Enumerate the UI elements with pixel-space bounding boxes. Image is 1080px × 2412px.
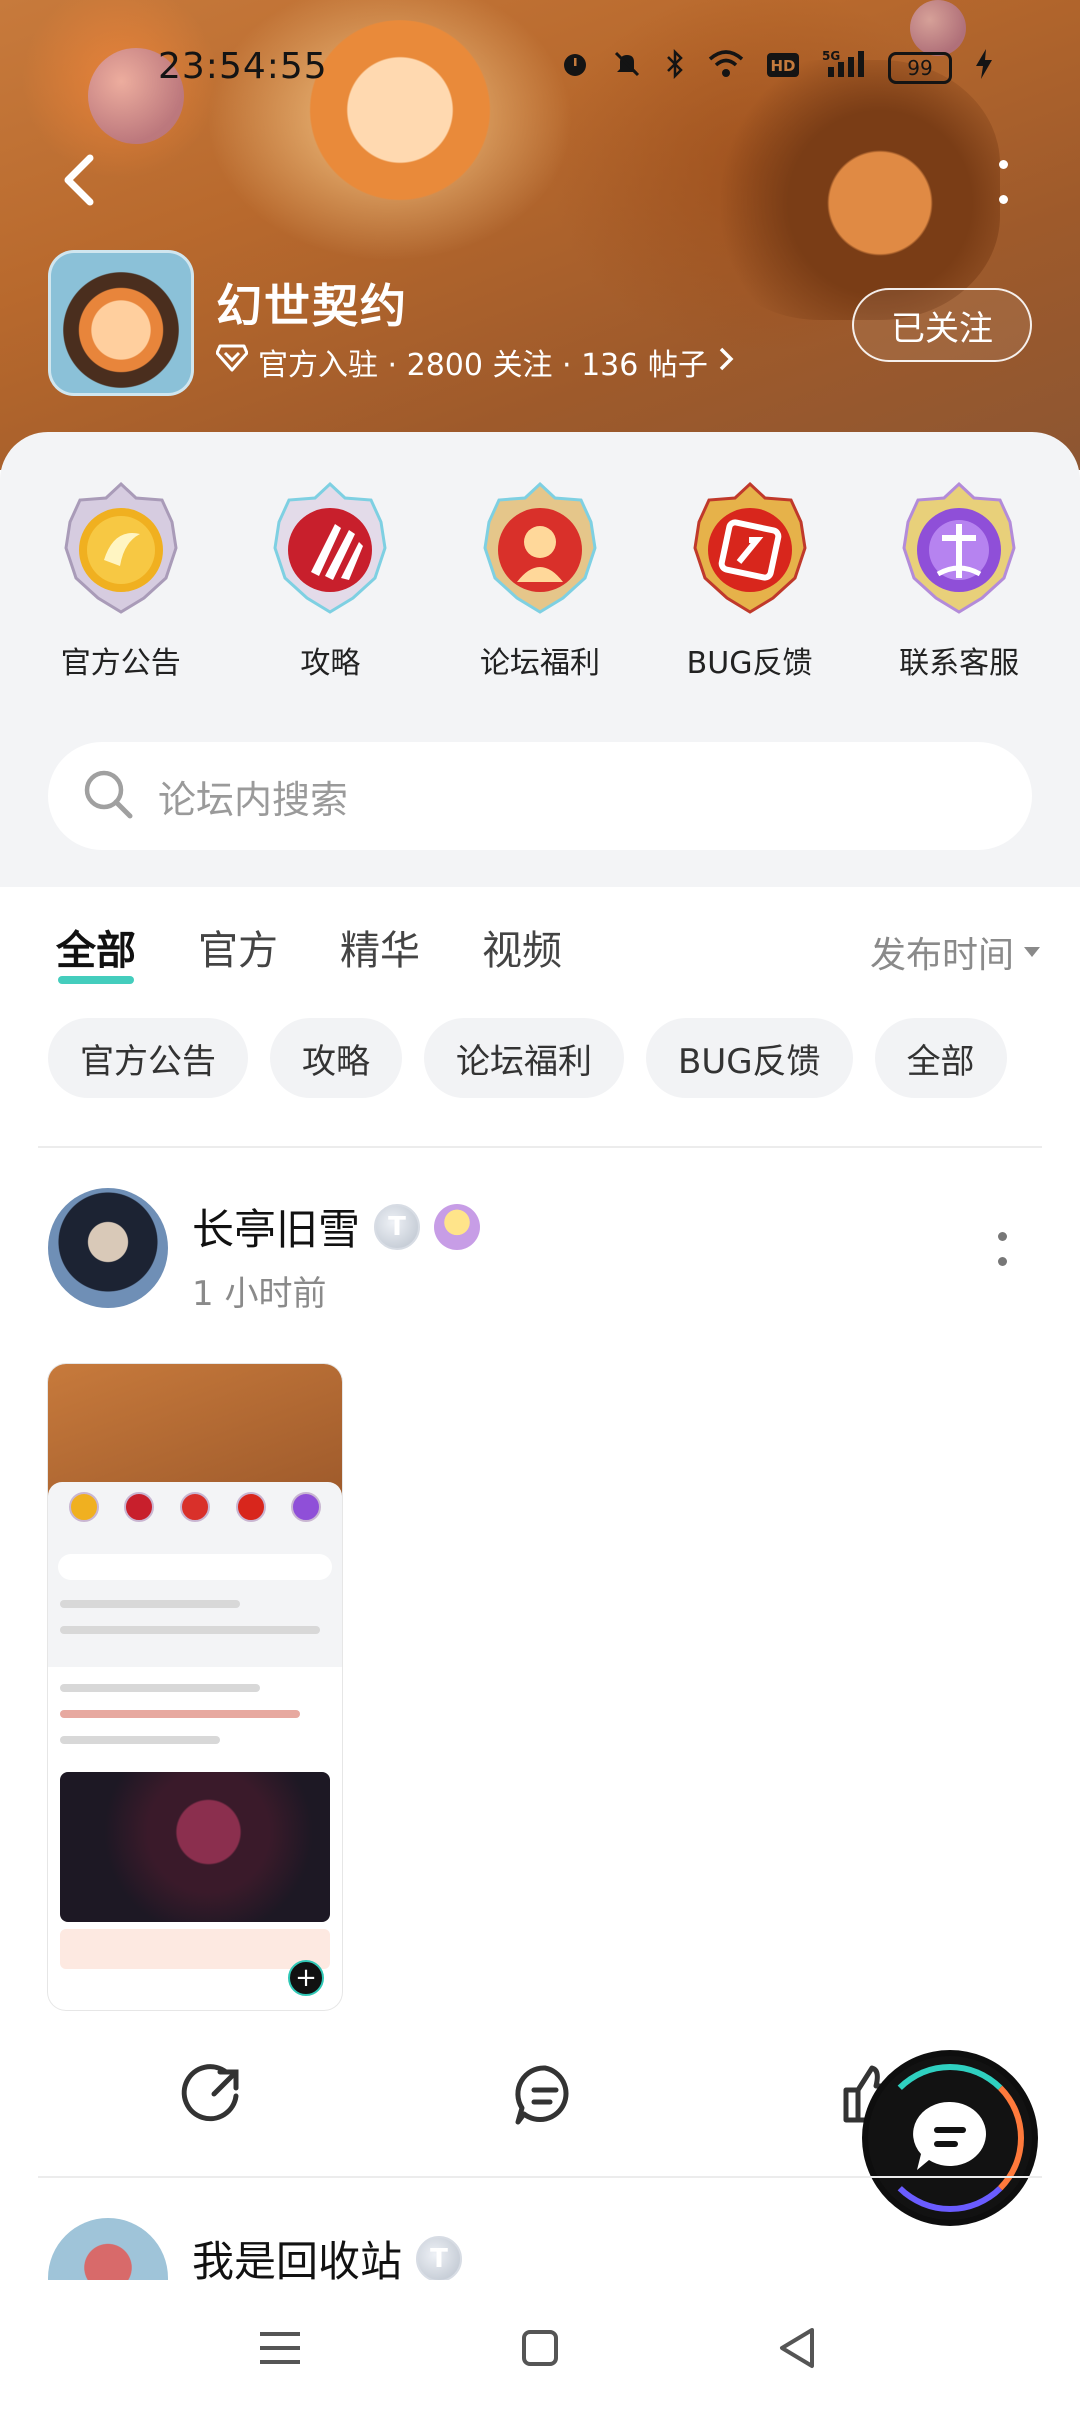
quick-link-welfare[interactable]: 论坛福利	[445, 478, 635, 682]
chevron-right-icon	[718, 345, 734, 380]
quick-link-label: BUG反馈	[686, 646, 813, 681]
forum-meta-link[interactable]: 官方入驻 · 2800 关注 · 136 帖子	[215, 340, 734, 384]
quick-link-customer-service[interactable]: 联系客服	[864, 478, 1054, 682]
avatar[interactable]	[48, 1188, 168, 1308]
thumb-badges	[56, 1492, 334, 1522]
decoration-badge-icon	[434, 1203, 481, 1250]
dot-icon	[997, 1232, 1007, 1241]
post-time: 1 小时前	[192, 1274, 327, 1314]
verified-diamond-icon	[215, 344, 249, 380]
quick-link-guide[interactable]: 攻略	[235, 478, 425, 682]
bug-report-badge-icon	[683, 478, 817, 618]
status-time: 23:54:55	[158, 46, 328, 87]
divider	[38, 2176, 1042, 2178]
thumb-text-line	[60, 1600, 240, 1608]
thumb-search	[58, 1554, 332, 1580]
dot-icon	[997, 1257, 1007, 1266]
svg-text:5G: 5G	[822, 49, 840, 63]
quick-link-bug-report[interactable]: BUG反馈	[655, 478, 845, 682]
create-post-fab[interactable]	[868, 2056, 1032, 2220]
status-bar: 23:54:55 HD 5G 99	[0, 40, 1080, 100]
welfare-badge-icon	[473, 478, 607, 618]
search-input[interactable]: 论坛内搜索	[48, 742, 1032, 850]
tab-all[interactable]: 全部	[56, 918, 136, 984]
search-placeholder: 论坛内搜索	[158, 777, 349, 822]
thumb-artwork	[60, 1772, 330, 1922]
hd-icon: HD	[766, 51, 800, 86]
divider	[38, 1146, 1042, 1148]
thumb-banner	[60, 1929, 330, 1969]
share-button[interactable]	[176, 2060, 246, 2130]
guide-badge-icon	[263, 478, 397, 618]
chat-bubble-icon	[907, 2096, 993, 2180]
more-options-button[interactable]	[988, 160, 1018, 204]
mute-icon	[612, 49, 642, 87]
sort-label: 发布时间	[869, 935, 1014, 976]
author-name: 长亭旧雪	[192, 1205, 361, 1254]
post-image[interactable]: +	[48, 1364, 342, 2010]
status-icons: HD 5G 99	[560, 48, 994, 88]
menu-icon[interactable]	[252, 2320, 308, 2376]
follow-button[interactable]: 已关注	[852, 288, 1032, 362]
post-filter-tabs: 全部 官方 精华 视频	[56, 918, 624, 984]
system-navigation-bar	[0, 2280, 1080, 2412]
avatar[interactable]	[48, 2218, 168, 2280]
thumb-plus-icon: +	[288, 1960, 324, 1996]
chip-guide[interactable]: 攻略	[270, 1018, 402, 1098]
quick-link-announcement[interactable]: 官方公告	[26, 478, 216, 682]
chip-welfare[interactable]: 论坛福利	[424, 1018, 624, 1098]
bluetooth-icon	[664, 48, 686, 87]
alarm-icon	[560, 49, 590, 87]
dot-icon	[998, 195, 1008, 204]
back-triangle-icon[interactable]	[770, 2320, 826, 2376]
thumb-badge	[68, 1492, 99, 1522]
tab-video[interactable]: 视频	[482, 918, 562, 976]
thumb-text-line	[60, 1684, 260, 1692]
search-icon	[80, 766, 136, 826]
chip-bug-report[interactable]: BUG反馈	[646, 1018, 853, 1098]
thumb-hero	[48, 1364, 342, 1499]
wifi-icon	[708, 49, 744, 87]
level-badge: T	[416, 2235, 463, 2282]
quick-link-label: 论坛福利	[479, 646, 600, 681]
dot-icon	[998, 160, 1008, 169]
thumb-badge	[291, 1492, 322, 1522]
quick-links: 官方公告 攻略 论坛福利 BUG反馈 联系客服	[0, 478, 1080, 682]
category-chips: 官方公告 攻略 论坛福利 BUG反馈 全部	[48, 1018, 1007, 1098]
forum-meta-text: 官方入驻 · 2800 关注 · 136 帖子	[258, 348, 708, 383]
home-icon[interactable]	[512, 2320, 568, 2376]
svg-text:HD: HD	[770, 57, 795, 75]
thumb-text-line	[60, 1736, 220, 1744]
customer-service-badge-icon	[892, 478, 1026, 618]
back-button[interactable]	[56, 150, 106, 210]
thumb-badge	[179, 1492, 210, 1522]
thumb-text-line	[60, 1710, 300, 1718]
sort-dropdown[interactable]: 发布时间	[870, 926, 1040, 978]
forum-title: 幻世契约	[216, 279, 408, 333]
thumb-badge	[235, 1492, 266, 1522]
comment-button[interactable]	[510, 2060, 580, 2130]
forum-logo	[48, 250, 194, 396]
tab-official[interactable]: 官方	[198, 918, 278, 976]
announcement-badge-icon	[54, 478, 188, 618]
chip-announcement[interactable]: 官方公告	[48, 1018, 248, 1098]
tab-featured[interactable]: 精华	[340, 918, 420, 976]
post-author[interactable]: 长亭旧雪 T	[192, 1196, 481, 1257]
quick-link-label: 联系客服	[899, 646, 1020, 681]
post-more-button[interactable]	[996, 1232, 1008, 1266]
chip-all[interactable]: 全部	[874, 1018, 1007, 1098]
caret-down-icon	[1024, 947, 1040, 957]
battery-indicator: 99	[888, 52, 952, 84]
thumb-badge	[124, 1492, 155, 1522]
level-badge: T	[374, 1203, 421, 1250]
quick-link-label: 官方公告	[60, 646, 181, 681]
5g-signal-icon: 5G	[822, 49, 866, 87]
thumb-text-line	[60, 1626, 320, 1634]
charging-icon	[974, 48, 994, 88]
quick-link-label: 攻略	[300, 646, 361, 681]
